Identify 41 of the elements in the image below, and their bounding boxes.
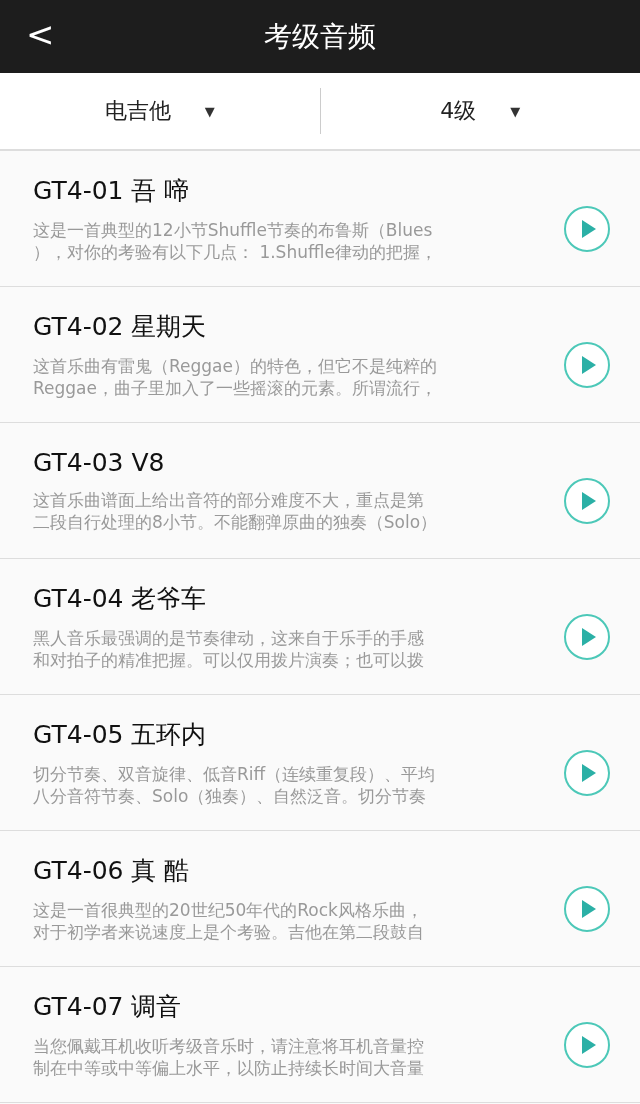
track-description: 切分节奏、双音旋律、低音Riff（连续重复段）、平均 八分音符节奏、Solo（独奏）、自然泛音。切分节奏	[33, 763, 437, 807]
play-button[interactable]	[564, 613, 610, 660]
filter-dropdown[interactable]: 4级 ▼	[320, 95, 640, 127]
track-row[interactable]: GT4-07 调音 当您佩戴耳机收听考级音乐时，请注意将耳机音量控 制在中等或中等偏上水平，以防止持续长时间大音量	[0, 967, 640, 1103]
play-icon	[581, 763, 596, 782]
track-row[interactable]: GT4-03 V8 这首乐曲谱面上给出音符的部分难度不大，重点是第 二段自行处理的8小节。不能翻弹原曲的独奏（Solo）	[0, 423, 640, 559]
play-button[interactable]	[564, 749, 610, 796]
caret-icon: ▼	[510, 103, 521, 119]
track-title: GT4-07 调音	[33, 991, 183, 1023]
track-description: 当您佩戴耳机收听考级音乐时，请注意将耳机音量控 制在中等或中等偏上水平，以防止持续长时间大音量	[33, 1035, 425, 1079]
track-description: 这首乐曲有雷鬼（Reggae）的特色，但它不是纯粹的 Reggae，曲子里加入了一些摇滚的元素。所谓流行，	[33, 355, 438, 399]
track-description: 黑人音乐最强调的是节奏律动，这来自于乐手的手感 和对拍子的精准把握。可以仅用拨片演奏；也可以拨	[33, 627, 425, 671]
track-title: GT4-03 V8	[33, 448, 166, 477]
play-button[interactable]	[564, 205, 610, 252]
track-title: GT4-05 五环内	[33, 719, 208, 751]
page-title: 考级音频	[264, 18, 376, 55]
track-row[interactable]: GT4-06 真 酷 这是一首很典型的20世纪50年代的Rock风格乐曲， 对于初学者来说速度上是个考验。吉他在第二段鼓自	[0, 831, 640, 967]
play-icon	[581, 899, 596, 918]
track-row[interactable]: GT4-01 吾 啼 这是一首典型的12小节Shuffle节奏的布鲁斯（Blues ），对你的考验有以下几点： 1.Shuffle律动的把握，	[0, 151, 640, 287]
filter-dropdown[interactable]: 电吉他 ▼	[0, 95, 320, 127]
play-icon	[581, 355, 596, 374]
track-row[interactable]: GT4-05 五环内 切分节奏、双音旋律、低音Riff（连续重复段）、平均 八分音符节奏、Solo（独奏）、自然泛音。切分节奏	[0, 695, 640, 831]
play-icon	[581, 1035, 596, 1054]
play-button[interactable]	[564, 341, 610, 388]
play-icon	[581, 627, 596, 646]
caret-icon: ▼	[204, 103, 215, 119]
play-button[interactable]	[564, 1021, 610, 1068]
track-row[interactable]: GT4-02 星期天 这首乐曲有雷鬼（Reggae）的特色，但它不是纯粹的 Reggae，曲子里加入了一些摇滚的元素。所谓流行，	[0, 287, 640, 423]
back-button[interactable]: <	[18, 14, 63, 54]
track-title: GT4-02 星期天	[33, 311, 208, 343]
play-button[interactable]	[564, 477, 610, 524]
track-title: GT4-06 真 酷	[33, 855, 191, 887]
play-icon	[581, 219, 596, 238]
track-description: 这首乐曲谱面上给出音符的部分难度不大，重点是第 二段自行处理的8小节。不能翻弹原曲的独奏（Solo）	[33, 489, 439, 533]
track-title: GT4-04 老爷车	[33, 583, 208, 615]
play-button[interactable]	[564, 885, 610, 932]
track-description: 这是一首很典型的20世纪50年代的Rock风格乐曲， 对于初学者来说速度上是个考验。吉他在第二段鼓自	[33, 899, 425, 943]
play-icon	[581, 491, 596, 510]
track-row[interactable]: GT4-04 老爷车 黑人音乐最强调的是节奏律动，这来自于乐手的手感 和对拍子的精准把握。可以仅用拨片演奏；也可以拨	[0, 559, 640, 695]
track-title: GT4-01 吾 啼	[33, 175, 191, 207]
track-description: 这是一首典型的12小节Shuffle节奏的布鲁斯（Blues ），对你的考验有以下几点： 1.Shuffle律动的把握，	[33, 219, 438, 263]
